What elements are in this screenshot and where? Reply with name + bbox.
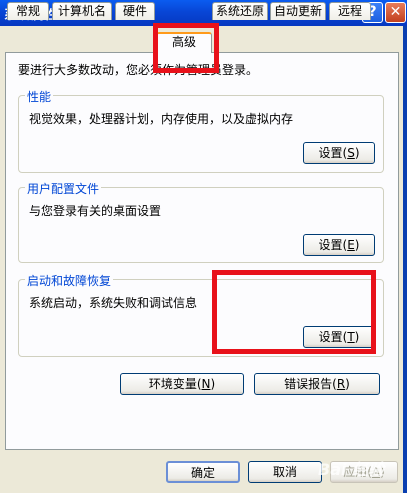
error-reporting-button[interactable]: 错误报告(R) [254,373,380,395]
performance-group-title: 性能 [25,88,54,105]
startup-recovery-description: 系统启动，系统失败和调试信息 [29,296,198,310]
close-button[interactable]: ✕ [385,2,406,23]
performance-settings-key: S [347,146,355,160]
performance-settings-button[interactable]: 设置(S) [303,142,375,164]
environment-variables-key: N [201,377,211,391]
startup-recovery-settings-button[interactable]: 设置(T) [303,326,375,348]
advanced-tab-page: 要进行大多数改动，您必须作为管理员登录。 性能 视觉效果，处理器计划，内存使用，… [5,52,399,450]
environment-variables-button[interactable]: 环境变量(N) [120,373,244,395]
user-profiles-settings-label: 设置 [318,238,343,252]
tab-system-restore[interactable]: 系统还原 [212,2,268,20]
error-reporting-key: R [336,377,346,391]
startup-recovery-group-title: 启动和故障恢复 [25,272,114,289]
tab-advanced[interactable]: 高级 [156,32,212,53]
system-properties-window: 系统属性 ? ✕ 常规 计算机名 硬件 高级 系统还原 自动更新 远程 要进行大… [0,0,407,493]
tab-general[interactable]: 常规 [7,2,49,20]
cancel-button[interactable]: 取消 [248,461,322,483]
ok-button[interactable]: 确定 [166,461,240,483]
performance-group: 性能 视觉效果，处理器计划，内存使用，以及虚拟内存 设置(S) [18,88,384,173]
environment-variables-label: 环境变量 [148,377,197,391]
error-reporting-label: 错误报告 [284,377,333,391]
startup-recovery-settings-label: 设置 [318,330,343,344]
tab-automatic-updates[interactable]: 自动更新 [270,2,326,20]
user-profiles-group: 用户配置文件 与您登录有关的桌面设置 设置(E) [18,180,384,263]
watermark: Bai 经验 [318,460,385,479]
user-profiles-group-title: 用户配置文件 [25,180,102,197]
user-profiles-settings-button[interactable]: 设置(E) [303,234,375,256]
startup-recovery-group: 启动和故障恢复 系统启动，系统失败和调试信息 设置(T) [18,272,384,357]
startup-recovery-settings-key: T [347,330,355,344]
user-profiles-description: 与您登录有关的桌面设置 [29,204,162,218]
performance-settings-label: 设置 [318,146,343,160]
tab-computer-name[interactable]: 计算机名 [52,2,112,20]
tab-remote[interactable]: 远程 [329,2,371,20]
admin-notice: 要进行大多数改动，您必须作为管理员登录。 [18,63,259,77]
performance-description: 视觉效果，处理器计划，内存使用，以及虚拟内存 [29,112,294,126]
user-profiles-settings-key: E [347,238,355,252]
tab-hardware[interactable]: 硬件 [115,2,155,20]
